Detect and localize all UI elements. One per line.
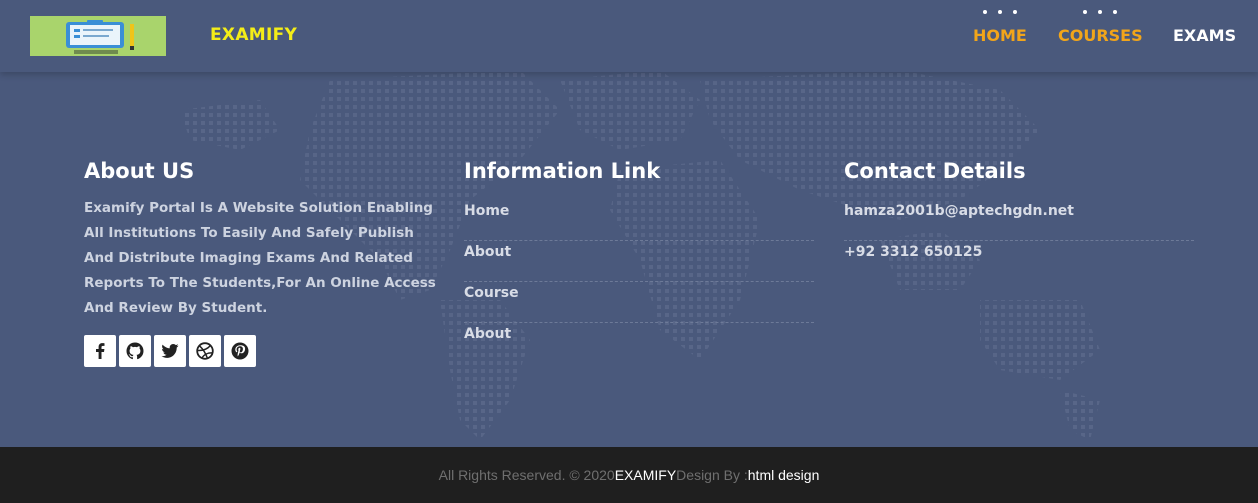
info-link-about[interactable]: About [464,241,814,282]
github-icon[interactable] [119,335,151,367]
designer-link[interactable]: html design [748,467,820,483]
pinterest-icon[interactable] [224,335,256,367]
nav-active-dots [1083,10,1118,16]
nav-active-dots [982,10,1017,16]
nav-exams-label: EXAMS [1173,26,1237,45]
twitter-icon[interactable] [154,335,186,367]
copyright-brand[interactable]: EXAMIFY [615,467,676,483]
facebook-icon[interactable] [84,335,116,367]
contact-title: Contact Details [844,159,1026,183]
copyright-prefix: All Rights Reserved. © 2020 [438,467,615,483]
dribbble-icon[interactable] [189,335,221,367]
info-link-home[interactable]: Home [464,200,814,241]
brand-name[interactable]: EXAMIFY [210,25,297,45]
about-title: About US [84,159,195,183]
info-title: Information Link [464,159,661,183]
info-link-course[interactable]: Course [464,282,814,323]
copyright-bar: All Rights Reserved. © 2020 EXAMIFY Desi… [0,447,1258,503]
nav-home[interactable]: HOME [973,10,1027,45]
nav-courses-label: COURSES [1058,26,1143,45]
top-navbar: EXAMIFY HOME COURSES EXAMS [0,0,1258,72]
contact-email[interactable]: hamza2001b@aptechgdn.net [844,200,1194,241]
copyright-middle: Design By : [676,467,748,483]
contact-phone[interactable]: +92 3312 650125 [844,241,1194,282]
about-description: Examify Portal Is A Website Solution Ena… [84,200,436,316]
nav-courses[interactable]: COURSES [1058,10,1143,45]
info-link-about-2[interactable]: About [464,323,814,364]
nav-home-label: HOME [973,26,1027,45]
site-logo[interactable] [30,16,166,56]
nav-exams[interactable]: EXAMS [1173,26,1236,45]
